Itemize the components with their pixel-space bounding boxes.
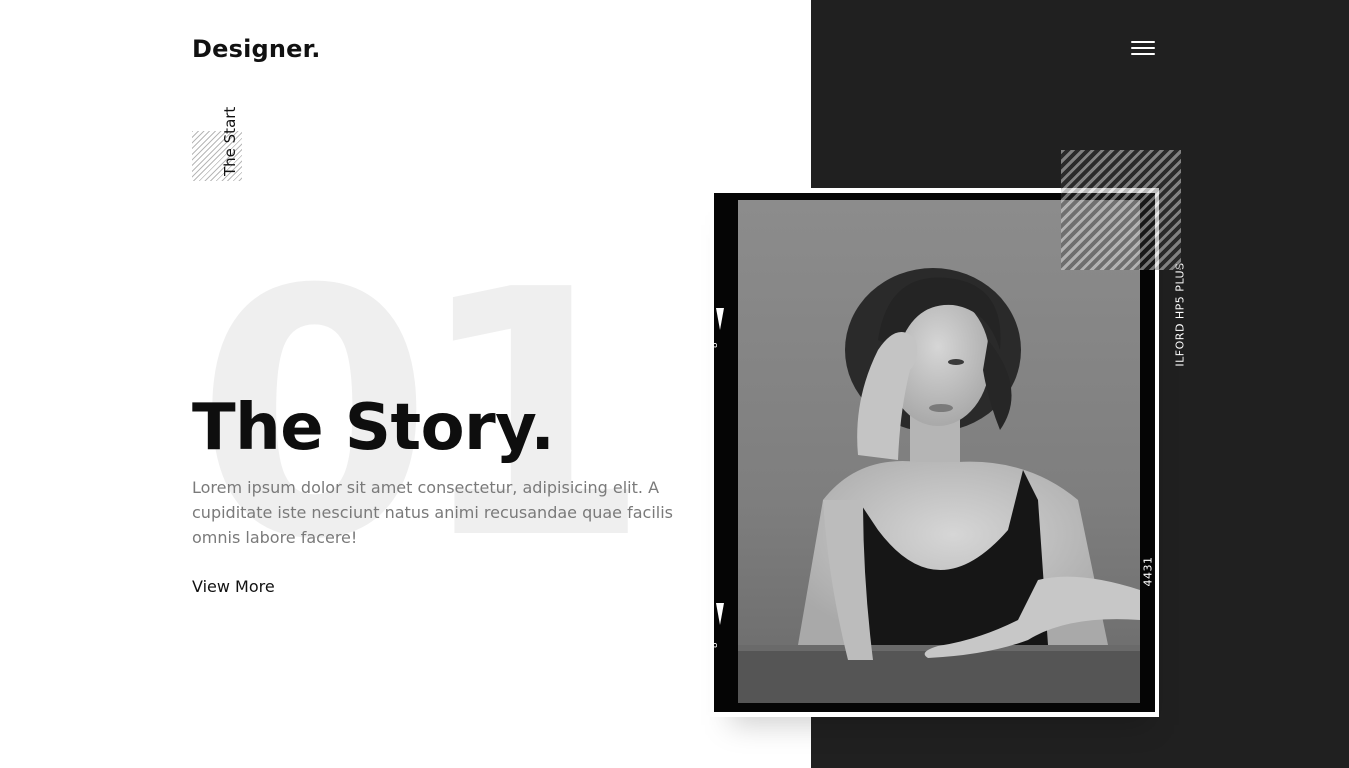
hatched-overlay-square (1061, 150, 1181, 270)
view-more-link[interactable]: View More (192, 575, 275, 599)
film-side-mark: 8 (710, 341, 721, 349)
hero-title: The Story. (192, 391, 555, 465)
film-side-mark: 8 (710, 641, 721, 649)
film-sprocket (716, 308, 724, 330)
section-label: The Start (221, 106, 239, 176)
film-brand-label: ILFORD HP5 PLUS (1173, 262, 1187, 367)
menu-line (1131, 47, 1155, 49)
portrait-illustration (738, 200, 1140, 703)
film-frame-number: 4431 (1141, 556, 1155, 587)
menu-line (1131, 53, 1155, 55)
portrait-photo (738, 200, 1140, 703)
hamburger-menu-icon[interactable] (1125, 34, 1161, 62)
film-sprocket (716, 603, 724, 625)
hero-description: Lorem ipsum dolor sit amet consectetur, … (192, 478, 674, 547)
menu-line (1131, 41, 1155, 43)
brand-logo[interactable]: Designer. (192, 32, 321, 66)
